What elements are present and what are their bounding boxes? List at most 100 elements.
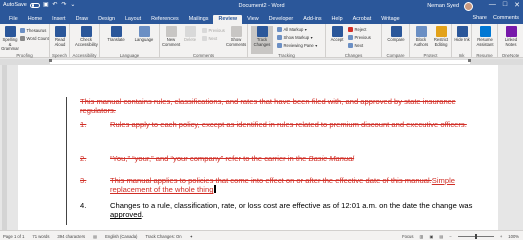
previous-comment-button[interactable]: Previous [202, 28, 225, 33]
tab-design[interactable]: Design [93, 15, 120, 24]
previous-change-button[interactable]: Previous [348, 35, 371, 40]
block-authors-button[interactable]: Block Authors [411, 26, 431, 47]
previous-change-icon [348, 35, 353, 40]
markup-view-select[interactable]: All Markup ▾ [277, 27, 307, 32]
reject-button[interactable]: Reject [348, 27, 366, 32]
tab-references[interactable]: References [146, 15, 184, 24]
show-markup-icon [277, 35, 282, 40]
tab-developer[interactable]: Developer [264, 15, 299, 24]
tab-draw[interactable]: Draw [71, 15, 94, 24]
maximize-button[interactable]: □ [503, 1, 507, 9]
tab-mailings[interactable]: Mailings [184, 15, 214, 24]
compare-button[interactable]: Compare [387, 26, 405, 43]
document-page[interactable]: This manual contains rules, classificati… [18, 65, 498, 230]
zoom-level[interactable]: 100% [508, 234, 519, 239]
focus-button[interactable]: Focus [402, 234, 413, 239]
group-label-comments: Comments [192, 53, 215, 58]
group-compare: Compare Compare [382, 24, 410, 58]
proofing-icon[interactable]: ▤ [93, 234, 97, 239]
tab-review[interactable]: Review [213, 15, 243, 24]
text-run: Changes to a rule, classification, rate,… [110, 201, 473, 210]
language-button[interactable]: Language [132, 26, 156, 43]
intro-paragraph[interactable]: This manual contains rules, classificati… [80, 97, 480, 115]
right-indent-marker[interactable] [468, 59, 471, 62]
user-name[interactable]: Neman Syed [427, 3, 459, 9]
new-comment-button[interactable]: New Comment [162, 26, 180, 47]
list-number: 2. [80, 154, 87, 163]
list-item-text: Rules apply to each policy, except as id… [110, 120, 467, 129]
thesaurus-button[interactable]: Thesaurus [20, 28, 46, 33]
tab-help[interactable]: Help [327, 15, 348, 24]
word-count-button[interactable]: Word Count [20, 36, 49, 41]
status-bar: Page 1 of 1 71 words 394 characters ▤ En… [0, 230, 523, 240]
show-comments-button[interactable]: Show Comments [226, 26, 246, 47]
word-count[interactable]: 71 words [32, 234, 49, 239]
accessibility-status-icon[interactable]: ✦ [190, 234, 194, 239]
group-label-onenote: OneNote [501, 53, 520, 58]
language-status[interactable]: English (Canada) [105, 234, 137, 239]
zoom-out-icon[interactable]: − [449, 234, 451, 239]
document-area[interactable]: This manual contains rules, classificati… [0, 65, 523, 230]
read-mode-icon[interactable]: ▥ [419, 234, 423, 239]
change-bar [66, 97, 67, 225]
list-item-text: This manual applies to policies that com… [110, 176, 480, 194]
chevron-down-icon: ▾ [315, 43, 318, 48]
tab-home[interactable]: Home [23, 15, 47, 24]
list-number: 3. [80, 176, 87, 185]
tab-add-ins[interactable]: Add-ins [298, 15, 326, 24]
left-indent-marker[interactable] [49, 59, 52, 62]
text-cursor [214, 185, 217, 194]
zoom-slider[interactable] [457, 233, 494, 239]
group-label-protect: Protect [423, 53, 438, 58]
accessibility-icon [80, 26, 92, 37]
group-onenote: Linked Notes OneNote [498, 24, 523, 58]
next-comment-button[interactable]: Next [202, 36, 217, 41]
group-resume: Resume Assistant Resume [472, 24, 498, 58]
next-change-button[interactable]: Next [348, 43, 363, 48]
tab-insert[interactable]: Insert [47, 15, 70, 24]
track-changes-button[interactable]: Track Changes [251, 26, 273, 54]
group-label-language: Language [119, 53, 140, 58]
translate-button[interactable]: Translate [104, 26, 128, 43]
group-label-speech: Speech [52, 53, 67, 58]
tab-file[interactable]: File [4, 15, 23, 24]
print-layout-icon[interactable]: ▣ [429, 234, 433, 239]
onenote-icon [505, 26, 517, 37]
translate-icon [110, 26, 122, 37]
spelling-grammar-button[interactable]: Spelling & Grammar [1, 26, 19, 52]
close-button[interactable]: ✕ [514, 1, 520, 9]
tab-layout[interactable]: Layout [120, 15, 146, 24]
text-run: “You,” “your,” and “your company” refer … [110, 154, 309, 163]
group-ink: Hide Ink Ink [452, 24, 472, 58]
resume-assistant-button[interactable]: Resume Assistant [475, 26, 495, 47]
list-item-text: “You,” “your,” and “your company” refer … [110, 154, 480, 163]
web-layout-icon[interactable]: ▤ [439, 234, 443, 239]
deleted-text: This manual applies to policies that com… [110, 176, 432, 185]
check-accessibility-button[interactable]: Check Accessibility [75, 26, 98, 47]
hide-ink-button[interactable]: Hide Ink [453, 26, 471, 43]
show-markup-button[interactable]: Show Markup ▾ [277, 35, 313, 40]
ribbon-tabs: File Home Insert Draw Design Layout References… [0, 13, 523, 24]
group-label-ink: Ink [458, 53, 465, 58]
track-changes-status[interactable]: Track Changes: On [145, 234, 181, 239]
reject-icon [348, 27, 353, 32]
read-aloud-button[interactable]: Read Aloud [51, 26, 69, 47]
delete-comment-button[interactable]: Delete [181, 26, 199, 43]
minimize-button[interactable]: — [489, 1, 496, 9]
zoom-in-icon[interactable]: + [500, 234, 502, 239]
comments-button[interactable]: Comments [493, 15, 519, 21]
word-count-icon [20, 36, 25, 41]
page-count[interactable]: Page 1 of 1 [3, 234, 24, 239]
accept-button[interactable]: Accept [328, 26, 346, 43]
linked-notes-button[interactable]: Linked Notes [501, 26, 521, 47]
avatar[interactable] [464, 2, 473, 11]
restrict-editing-button[interactable]: Restrict Editing [431, 26, 451, 47]
reviewing-pane-button[interactable]: Reviewing Pane ▾ [277, 43, 317, 48]
character-count[interactable]: 394 characters [57, 234, 85, 239]
tab-view[interactable]: View [242, 15, 264, 24]
tab-writage[interactable]: Writage [376, 15, 404, 24]
group-speech: Read Aloud Speech [50, 24, 70, 58]
block-authors-icon [415, 26, 427, 37]
share-button[interactable]: Share [473, 15, 487, 21]
tab-acrobat[interactable]: Acrobat [348, 15, 377, 24]
